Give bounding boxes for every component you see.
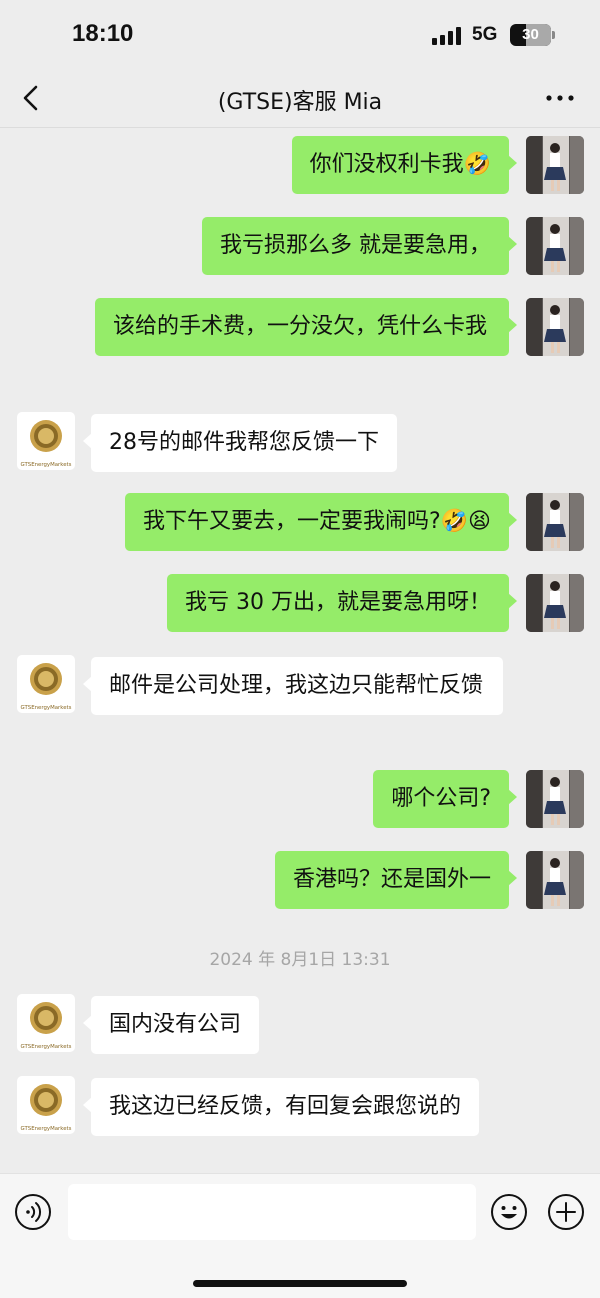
message-bubble[interactable]: 邮件是公司处理，我这边只能帮忙反馈 [83,657,503,715]
message-text: 你们没权利卡我🤣 [309,152,491,177]
input-bar [0,1173,600,1298]
contact-avatar[interactable]: GTSEnergyMarkets [17,412,75,470]
my-avatar[interactable] [526,574,584,632]
message-text: 该给的手术费，一分没欠，凭什么卡我 [113,314,488,339]
more-dots-icon [546,95,574,101]
message-bubble[interactable]: 国内没有公司 [82,996,260,1054]
emoji-icon [491,1194,527,1230]
plus-icon [548,1194,584,1230]
message-bubble[interactable]: 哪个公司? [373,770,517,828]
message-bubble[interactable]: 我亏损那么多 就是要急用， [202,217,517,275]
emoji-button[interactable] [490,1193,528,1231]
voice-icon [15,1194,51,1230]
chat-header: (GTSE)客服 Mia [0,70,600,128]
message-text: 我亏 30 万出，就是要急用呀！ [185,590,491,615]
message-text: 我这边已经反馈，有回复会跟您说的 [109,1094,462,1119]
chat-title: (GTSE)客服 Mia [217,90,383,115]
message-bubble[interactable]: 该给的手术费，一分没欠，凭什么卡我 [95,298,517,356]
my-avatar[interactable] [526,136,584,194]
message-bubble[interactable]: 我亏 30 万出，就是要急用呀！ [167,574,517,632]
contact-avatar[interactable]: GTSEnergyMarkets [17,1076,75,1134]
plus-button[interactable] [547,1193,585,1231]
battery-level-text: 30 [522,26,539,43]
more-button[interactable] [542,84,578,112]
contact-avatar[interactable]: GTSEnergyMarkets [17,994,75,1052]
brand-caption: GTSEnergyMarkets [21,705,72,711]
status-time: 18:10 [72,20,134,47]
my-avatar[interactable] [526,851,584,909]
message-bubble[interactable]: 我下午又要去，一定要我闹吗?🤣😫 [124,493,518,551]
status-bar: 18:10 5G 30 [0,0,600,70]
my-avatar[interactable] [526,217,584,275]
chat-area[interactable]: 你们没权利卡我🤣 我亏损那么多 就是要急用， 该给的手术费，一分没欠，凭什么卡我… [0,128,600,1173]
message-input[interactable] [68,1184,476,1240]
battery-icon: 30 [510,24,551,46]
message-text: 我亏损那么多 就是要急用， [220,233,491,258]
my-avatar[interactable] [526,493,584,551]
message-text: 28号的邮件我帮您反馈一下 [109,430,379,455]
message-timestamp: 2024 年 8月1日 13:31 [209,950,391,970]
my-avatar[interactable] [526,770,584,828]
contact-avatar[interactable]: GTSEnergyMarkets [17,655,75,713]
brand-caption: GTSEnergyMarkets [21,462,72,468]
brand-caption: GTSEnergyMarkets [21,1044,72,1050]
brand-caption: GTSEnergyMarkets [21,1126,72,1132]
signal-icon [432,27,464,45]
message-bubble[interactable]: 香港吗？还是国外一 [274,851,518,909]
battery-tip [552,31,555,39]
message-text: 我下午又要去，一定要我闹吗?🤣😫 [142,509,491,534]
message-text: 香港吗？还是国外一 [292,867,491,892]
network-label: 5G [472,24,498,45]
message-text: 国内没有公司 [109,1012,242,1037]
voice-button[interactable] [14,1193,52,1231]
message-bubble[interactable]: 你们没权利卡我🤣 [291,136,518,194]
message-bubble[interactable]: 我这边已经反馈，有回复会跟您说的 [82,1078,480,1136]
message-text: 邮件是公司处理，我这边只能帮忙反馈 [109,673,484,698]
home-indicator[interactable] [193,1280,407,1287]
message-text: 哪个公司? [391,786,491,811]
my-avatar[interactable] [526,298,584,356]
message-bubble[interactable]: 28号的邮件我帮您反馈一下 [83,414,397,472]
